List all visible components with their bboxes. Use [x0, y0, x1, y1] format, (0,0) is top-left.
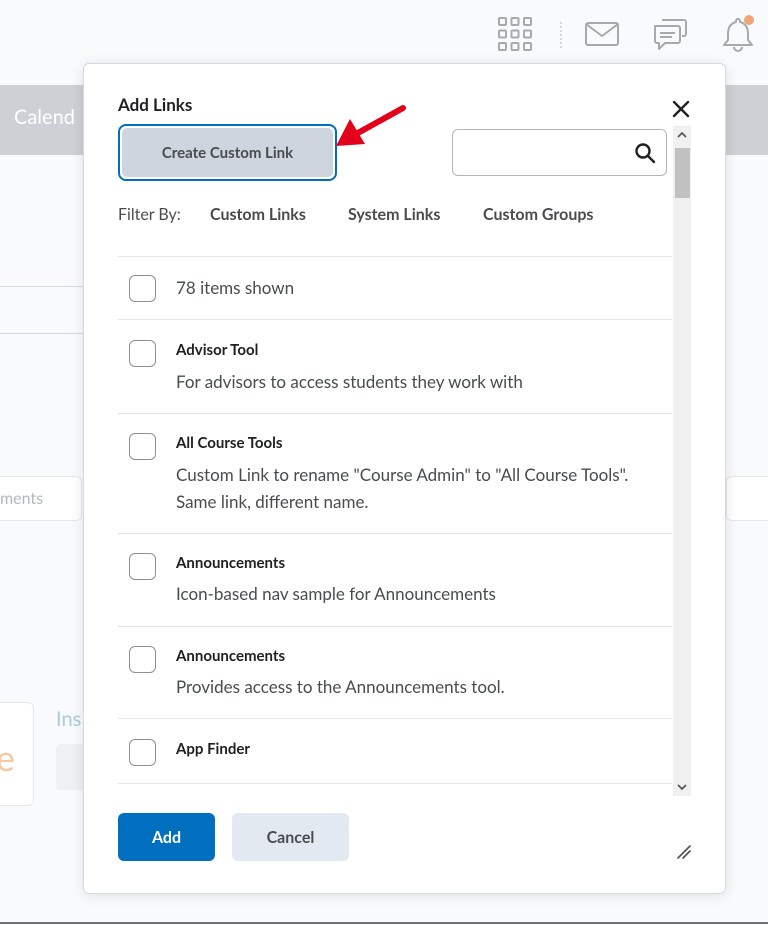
filter-custom-groups[interactable]: Custom Groups	[483, 205, 593, 224]
background-bottom-border	[0, 922, 768, 924]
links-list: 78 items shown Advisor Tool For advisors…	[118, 256, 672, 784]
create-custom-link-label: Create Custom Link	[122, 128, 333, 177]
chat-icon[interactable]	[650, 14, 690, 54]
background-field	[726, 476, 768, 521]
background-field-text: ments	[0, 489, 44, 508]
item-description: Provides access to the Announcements too…	[176, 676, 505, 697]
notification-dot	[744, 15, 754, 25]
filter-label: Filter By:	[118, 205, 181, 224]
item-title: App Finder	[176, 740, 250, 758]
list-item: Advisor Tool For advisors to access stud…	[118, 319, 672, 413]
item-title: Announcements	[176, 647, 286, 665]
background-divider	[0, 286, 85, 287]
item-title: All Course Tools	[176, 434, 283, 452]
create-custom-link-button[interactable]: Create Custom Link	[118, 124, 337, 181]
resize-handle-icon[interactable]	[676, 844, 692, 860]
search-input[interactable]	[452, 129, 667, 176]
scroll-up-icon[interactable]	[673, 126, 691, 144]
add-button[interactable]: Add	[118, 813, 215, 861]
select-all-checkbox[interactable]	[129, 275, 156, 302]
list-item: App Finder	[118, 718, 672, 784]
background-divider	[0, 333, 85, 334]
mail-icon[interactable]	[582, 14, 622, 54]
item-checkbox[interactable]	[129, 739, 156, 766]
nav-item-calendar[interactable]: Calend	[14, 105, 75, 129]
item-checkbox[interactable]	[129, 340, 156, 367]
scrollbar-track[interactable]	[673, 126, 691, 796]
filter-custom-links[interactable]: Custom Links	[210, 205, 306, 224]
item-title: Announcements	[176, 554, 286, 572]
list-item: All Course Tools Custom Link to rename "…	[118, 413, 672, 533]
background-link: Ins	[56, 707, 82, 731]
cancel-button[interactable]: Cancel	[232, 813, 349, 861]
search-icon[interactable]	[634, 142, 656, 164]
list-item: Announcements Provides access to the Ann…	[118, 626, 672, 718]
scroll-down-icon[interactable]	[673, 778, 691, 796]
apps-grid-icon[interactable]	[495, 14, 535, 54]
item-checkbox[interactable]	[129, 553, 156, 580]
items-shown-count: 78 items shown	[176, 277, 295, 298]
background-placeholder	[56, 744, 86, 790]
filter-system-links[interactable]: System Links	[348, 205, 440, 224]
item-checkbox[interactable]	[129, 646, 156, 673]
list-item: Announcements Icon-based nav sample for …	[118, 533, 672, 626]
background-card-letter: e	[0, 735, 16, 779]
add-links-dialog: Add Links Create Custom Link Filter By: …	[83, 63, 726, 894]
item-title: Advisor Tool	[176, 341, 259, 359]
scrollbar-thumb[interactable]	[675, 148, 690, 198]
red-arrow-annotation	[336, 105, 406, 146]
close-icon[interactable]	[671, 99, 691, 119]
item-description: For advisors to access students they wor…	[176, 371, 523, 392]
dialog-title: Add Links	[118, 94, 193, 115]
list-header-row: 78 items shown	[118, 256, 672, 319]
item-description: Custom Link to rename "Course Admin" to …	[176, 464, 629, 512]
item-checkbox[interactable]	[129, 433, 156, 460]
item-description: Icon-based nav sample for Announcements	[176, 583, 496, 604]
topbar-divider	[560, 22, 562, 48]
